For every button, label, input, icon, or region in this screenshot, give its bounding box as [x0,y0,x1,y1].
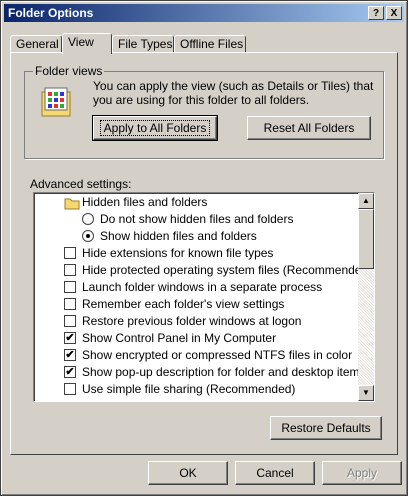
title-bar[interactable]: Folder Options ? X [4,4,404,22]
scroll-thumb[interactable] [358,209,374,269]
tab-offline-files[interactable]: Offline Files [174,35,246,53]
ok-button[interactable]: OK [148,461,228,485]
checkbox[interactable] [64,264,76,276]
radio-button[interactable] [82,230,94,242]
checkbox[interactable]: ✔ [64,366,76,378]
folder-options-window: Folder Options ? X General View File Typ… [0,0,408,496]
folder-views-label: Folder views [33,64,105,78]
folder-views-group: Folder views You can apply the view (suc… [24,64,384,159]
setting-label: Do not show hidden files and folders [100,212,294,226]
checkbox[interactable] [64,298,76,310]
setting-label: Hide protected operating system files (R… [82,263,373,277]
tab-file-types[interactable]: File Types [112,35,174,53]
setting-label: Use simple file sharing (Recommended) [82,382,296,396]
checkbox[interactable]: ✔ [64,332,76,344]
reset-all-folders-button[interactable]: Reset All Folders [247,116,371,140]
help-button[interactable]: ? [368,6,384,20]
tab-view[interactable]: View [62,33,112,54]
folder-views-desc-line2: you are using for this folder to all fol… [93,93,310,107]
checkbox[interactable] [64,383,76,395]
checkbox[interactable]: ✔ [64,349,76,361]
setting-label: Launch folder windows in a separate proc… [82,280,323,294]
setting-label: Show Control Panel in My Computer [82,331,277,345]
folder-views-description: You can apply the view (such as Details … [93,79,373,107]
setting-label: Show encrypted or compressed NTFS files … [82,348,353,362]
radio-button[interactable] [82,213,94,225]
close-button[interactable]: X [386,6,402,20]
checkbox[interactable] [64,315,76,327]
setting-label: Hidden files and folders [82,195,208,209]
advanced-settings-label: Advanced settings: [30,177,132,191]
restore-defaults-button[interactable]: Restore Defaults [270,416,382,440]
vertical-scrollbar[interactable]: ▲ ▼ [358,193,374,401]
setting-label: Show pop-up description for folder and d… [82,365,366,379]
folder-icon [64,198,80,210]
setting-label: Hide extensions for known file types [82,246,274,260]
advanced-settings-list[interactable]: Hidden files and folders Do not show hidd… [33,192,375,402]
checkbox[interactable] [64,281,76,293]
checkbox[interactable] [64,247,76,259]
folder-views-desc-line1: You can apply the view (such as Details … [93,79,374,93]
scroll-up-button[interactable]: ▲ [358,193,374,209]
folder-views-icon [41,87,71,117]
setting-label: Remember each folder's view settings [82,297,285,311]
apply-to-all-folders-label: Apply to All Folders [99,120,211,136]
apply-to-all-folders-button[interactable]: Apply to All Folders [92,115,218,141]
view-tab-panel: Folder views You can apply the view (suc… [10,52,398,455]
setting-label: Show hidden files and folders [100,229,257,243]
apply-button[interactable]: Apply [322,461,402,485]
tab-general[interactable]: General [10,35,62,53]
window-title: Folder Options [8,6,94,20]
scroll-down-button[interactable]: ▼ [358,385,374,401]
cancel-button[interactable]: Cancel [235,461,315,485]
setting-label: Restore previous folder windows at logon [82,314,302,328]
